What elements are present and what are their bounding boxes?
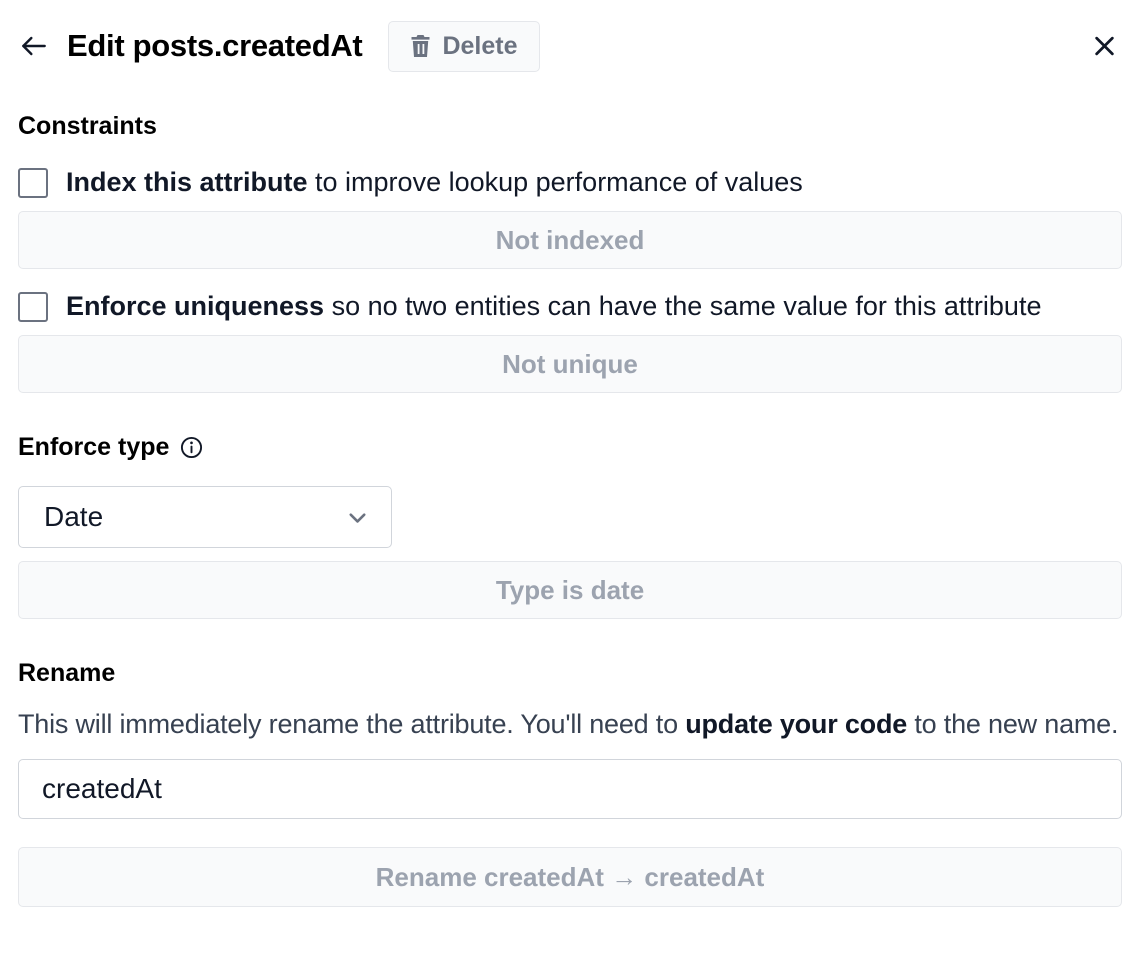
enforce-type-heading-row: Enforce type <box>18 433 1122 462</box>
rename-desc-bold: update your code <box>685 709 907 739</box>
unique-checkbox[interactable] <box>18 292 48 322</box>
delete-button-label: Delete <box>442 32 517 61</box>
back-arrow-icon <box>18 30 50 62</box>
unique-checkbox-label: Enforce uniqueness so no two entities ca… <box>66 291 1041 322</box>
rename-action-button[interactable]: Rename createdAt → createdAt <box>18 847 1122 907</box>
rename-desc-post: to the new name. <box>907 709 1118 739</box>
index-checkbox-label: Index this attribute to improve lookup p… <box>66 167 803 198</box>
unique-status-button[interactable]: Not unique <box>18 335 1122 393</box>
index-checkbox[interactable] <box>18 168 48 198</box>
close-button[interactable] <box>1091 33 1118 60</box>
type-status-button[interactable]: Type is date <box>18 561 1122 619</box>
rename-heading: Rename <box>18 659 1122 688</box>
back-button[interactable] <box>18 30 50 62</box>
index-status-button[interactable]: Not indexed <box>18 211 1122 269</box>
unique-label-rest: so no two entities can have the same val… <box>324 291 1041 321</box>
header: Edit posts.createdAt Delete <box>18 20 1122 72</box>
trash-icon <box>410 34 431 58</box>
delete-button[interactable]: Delete <box>388 21 539 72</box>
close-icon <box>1091 33 1118 60</box>
chevron-down-icon <box>344 504 371 531</box>
edit-attribute-panel: Edit posts.createdAt Delete Constraints … <box>0 0 1136 907</box>
type-select[interactable]: Date <box>18 486 392 548</box>
rename-desc-pre: This will immediately rename the attribu… <box>18 709 685 739</box>
type-select-value: Date <box>44 501 103 533</box>
index-label-bold: Index this attribute <box>66 167 308 197</box>
enforce-type-heading: Enforce type <box>18 433 169 462</box>
page-title: Edit posts.createdAt <box>67 28 362 64</box>
index-label-rest: to improve lookup performance of values <box>308 167 803 197</box>
unique-label-bold: Enforce uniqueness <box>66 291 324 321</box>
constraints-heading: Constraints <box>18 112 1122 141</box>
info-icon[interactable] <box>180 436 203 459</box>
rename-input[interactable] <box>18 759 1122 819</box>
rename-description: This will immediately rename the attribu… <box>18 704 1122 744</box>
unique-constraint-row: Enforce uniqueness so no two entities ca… <box>18 291 1122 322</box>
index-constraint-row: Index this attribute to improve lookup p… <box>18 167 1122 198</box>
